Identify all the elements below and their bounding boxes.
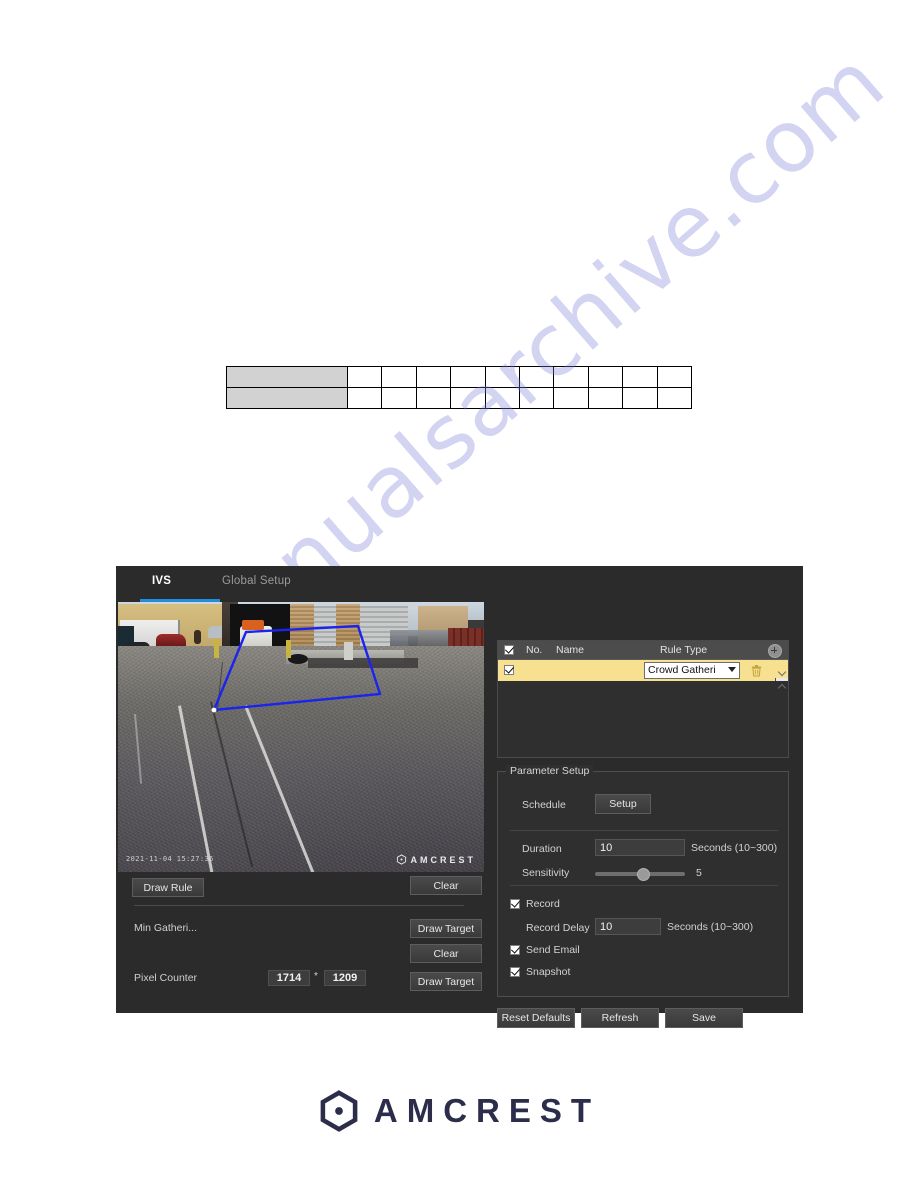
sensitivity-slider[interactable] <box>595 868 685 881</box>
scene-bin <box>344 642 353 660</box>
footer-brand: AMCREST <box>0 1090 918 1132</box>
table-data-cell <box>346 387 383 409</box>
clear-target-button[interactable]: Clear <box>410 944 482 963</box>
table-data-cell <box>587 387 624 409</box>
table-row <box>226 387 693 409</box>
snapshot-checkbox[interactable] <box>510 967 520 977</box>
scene-truck-cab <box>242 620 264 630</box>
column-header-name: Name <box>556 644 585 656</box>
rule-list-scrollbar[interactable] <box>775 678 788 681</box>
table-data-cell <box>415 387 452 409</box>
send-email-label: Send Email <box>526 944 580 956</box>
camera-osd-timestamp: 2021-11-04 15:27:36 <box>126 855 214 863</box>
table-data-cell <box>518 387 555 409</box>
footer-brand-text: AMCREST <box>373 1092 601 1129</box>
schedule-label: Schedule <box>522 799 566 811</box>
rule-list: No. Name Rule Type Crowd GatheriCrowd Ga… <box>497 640 789 758</box>
reset-defaults-button[interactable]: Reset Defaults <box>497 1008 575 1028</box>
trash-icon[interactable] <box>751 664 762 677</box>
table-data-cell <box>656 366 693 388</box>
camera-osd-brand: AMCREST <box>396 854 477 865</box>
duration-input[interactable] <box>595 839 685 856</box>
scene-bollard <box>286 640 291 658</box>
column-header-no: No. <box>526 644 543 656</box>
table-label-cell <box>226 366 348 388</box>
record-label: Record <box>526 898 560 910</box>
plus-circle-icon[interactable] <box>768 644 782 658</box>
left-column: 2021-11-04 15:27:36 AMCREST Draw Rule Mi… <box>118 602 496 991</box>
parameter-setup-group: Parameter Setup Schedule Setup Duration … <box>497 765 789 997</box>
sensitivity-slider-knob[interactable] <box>637 868 650 881</box>
send-email-checkbox[interactable] <box>510 945 520 955</box>
parameter-divider <box>510 830 778 831</box>
camera-osd-brand-text: AMCREST <box>410 854 476 865</box>
table-data-cell <box>415 366 452 388</box>
table-data-cell <box>450 366 486 388</box>
table-data-cell <box>587 366 624 388</box>
sensitivity-value: 5 <box>696 867 702 879</box>
table-data-cell <box>484 387 520 409</box>
scene-person <box>194 630 201 644</box>
snapshot-label: Snapshot <box>526 966 571 978</box>
table-data-cell <box>484 366 520 388</box>
row-select-checkbox[interactable] <box>504 665 514 675</box>
table-data-cell <box>450 387 486 409</box>
table-data-cell <box>381 387 417 409</box>
camera-preview[interactable]: 2021-11-04 15:27:36 AMCREST <box>118 602 484 872</box>
table-data-cell <box>346 366 383 388</box>
scene-far-vehicles <box>390 630 450 646</box>
refresh-button[interactable]: Refresh <box>581 1008 659 1028</box>
parameter-setup-legend: Parameter Setup <box>506 765 594 777</box>
table-data-cell <box>656 387 693 409</box>
amcrest-hex-icon <box>396 854 406 865</box>
draw-target-max-button[interactable]: Draw Target <box>410 972 482 991</box>
rule-type-select[interactable]: Crowd GatheriCrowd GatheringTripwireIntr… <box>644 662 740 679</box>
record-checkbox[interactable] <box>510 899 520 909</box>
record-delay-input[interactable] <box>595 918 661 935</box>
pixel-separator: * <box>314 971 318 982</box>
min-gathering-label: Min Gatheri... <box>134 922 198 934</box>
pixel-height-value: 1209 <box>324 970 366 986</box>
tab-global-setup[interactable]: Global Setup <box>222 575 291 587</box>
table-label-cell <box>226 387 348 409</box>
scene-bollard <box>214 640 219 658</box>
table-data-cell <box>381 366 417 388</box>
duration-label: Duration <box>522 843 562 855</box>
draw-rule-button[interactable]: Draw Rule <box>132 878 204 897</box>
record-delay-label: Record Delay <box>526 922 590 934</box>
table-row[interactable]: Crowd GatheriCrowd GatheringTripwireIntr… <box>498 660 788 681</box>
scene-tire <box>288 654 308 664</box>
controls-divider <box>134 905 464 906</box>
panel-body: 2021-11-04 15:27:36 AMCREST Draw Rule Mi… <box>116 602 803 1028</box>
draw-target-min-button[interactable]: Draw Target <box>410 919 482 938</box>
table-data-cell <box>518 366 555 388</box>
rule-list-header: No. Name Rule Type <box>498 641 788 660</box>
pixel-counter-label: Pixel Counter <box>134 972 198 984</box>
table-data-cell <box>553 387 589 409</box>
select-all-checkbox[interactable] <box>504 645 514 655</box>
table-data-cell <box>622 387 658 409</box>
amcrest-hex-icon <box>320 1090 358 1132</box>
duration-unit-label: Seconds (10~300) <box>691 842 778 854</box>
pixel-width-value: 1714 <box>268 970 310 986</box>
clear-rule-button[interactable]: Clear <box>410 876 482 895</box>
action-button-row: Reset Defaults Refresh Save <box>497 1008 789 1028</box>
parameter-divider <box>510 885 778 886</box>
ivs-configuration-panel: IVS Global Setup 2021-11-04 15:27:36 AMC… <box>116 566 803 1028</box>
chevron-up-icon[interactable] <box>778 682 786 690</box>
schedule-setup-button[interactable]: Setup <box>595 794 651 814</box>
table-data-cell <box>553 366 589 388</box>
column-header-rule-type: Rule Type <box>660 644 708 656</box>
record-delay-unit-label: Seconds (10~300) <box>667 921 754 933</box>
tab-bar: IVS Global Setup <box>116 566 803 602</box>
scene-dock-shadow <box>308 658 418 668</box>
right-column: No. Name Rule Type Crowd GatheriCrowd Ga… <box>497 640 793 1028</box>
sensitivity-label: Sensitivity <box>522 867 570 879</box>
chevron-down-icon[interactable] <box>778 669 786 677</box>
tab-ivs[interactable]: IVS <box>152 575 171 587</box>
table-row <box>226 366 693 388</box>
save-button[interactable]: Save <box>665 1008 743 1028</box>
table-data-cell <box>622 366 658 388</box>
document-grid-table <box>226 366 693 409</box>
